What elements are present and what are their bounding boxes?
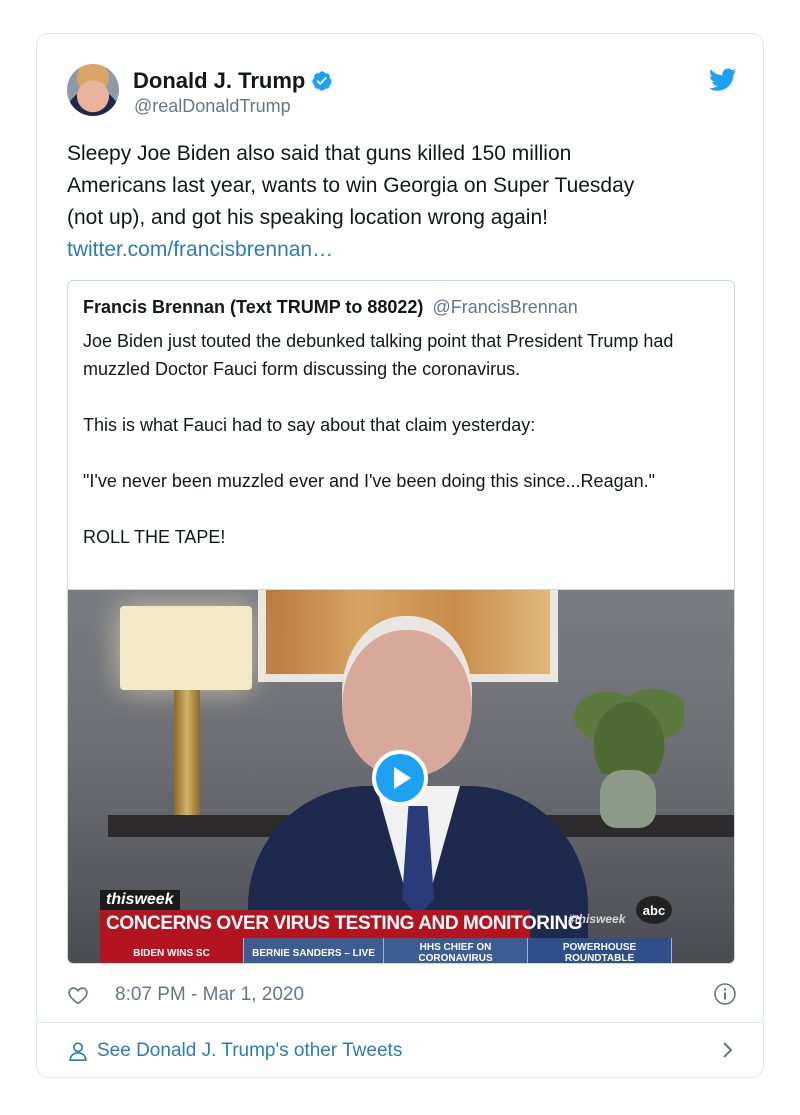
quoted-paragraph: This is what Fauci had to say about that…: [83, 415, 536, 435]
twitter-bird-icon[interactable]: [709, 68, 737, 92]
vase: [600, 770, 656, 828]
tweet-card: Donald J. Trump @realDonaldTrump Sleepy …: [36, 33, 764, 1078]
quoted-paragraph: ROLL THE TAPE!: [83, 527, 226, 547]
ticker-item: BIDEN WINS SC: [100, 938, 244, 963]
lamp-base: [174, 690, 200, 820]
info-icon[interactable]: [713, 982, 737, 1006]
quoted-tweet-header: Francis Brennan (Text TRUMP to 88022) @F…: [83, 297, 578, 318]
author-name-row[interactable]: Donald J. Trump: [133, 68, 333, 94]
play-icon: [394, 767, 411, 789]
author-handle[interactable]: @realDonaldTrump: [134, 96, 291, 117]
quoted-author-name: Francis Brennan (Text TRUMP to 88022): [83, 297, 424, 317]
tweet-text-line: Sleepy Joe Biden also said that guns kil…: [67, 142, 572, 165]
chevron-right-icon: [723, 1042, 733, 1058]
quoted-tweet-body: Joe Biden just touted the debunked talki…: [83, 327, 723, 579]
network-logo: abc: [636, 896, 672, 924]
tweet-timestamp[interactable]: 8:07 PM - Mar 1, 2020: [115, 984, 304, 1006]
verified-badge-icon: [312, 71, 332, 91]
quoted-tweet[interactable]: Francis Brennan (Text TRUMP to 88022) @F…: [67, 280, 735, 964]
ticker-item: HHS CHIEF ON CORONAVIRUS: [384, 938, 528, 963]
tweet-text-line: (not up), and got his speaking location …: [67, 206, 548, 229]
tweet-link[interactable]: twitter.com/francisbrennan…: [67, 234, 727, 266]
see-other-tweets-label[interactable]: See Donald J. Trump's other Tweets: [97, 1040, 402, 1062]
lamp-shade: [120, 606, 252, 690]
tweet-text: Sleepy Joe Biden also said that guns kil…: [67, 138, 727, 266]
show-hashtag: #thisweek: [568, 912, 626, 926]
author-avatar[interactable]: [67, 64, 119, 116]
tweet-footer: 8:07 PM - Mar 1, 2020: [67, 980, 737, 1010]
see-other-tweets-link[interactable]: See Donald J. Trump's other Tweets: [67, 1034, 735, 1068]
heart-icon[interactable]: [67, 984, 89, 1006]
author-name[interactable]: Donald J. Trump: [133, 68, 305, 94]
quoted-author-handle: @FrancisBrennan: [432, 297, 578, 317]
quoted-paragraph: Joe Biden just touted the debunked talki…: [83, 331, 674, 379]
ticker-item: POWERHOUSE ROUNDTABLE: [528, 938, 672, 963]
tweet-text-line: Americans last year, wants to win Georgi…: [67, 174, 635, 197]
tweet-header: Donald J. Trump @realDonaldTrump: [67, 64, 737, 120]
news-ticker: BIDEN WINS SC BERNIE SANDERS – LIVE HHS …: [100, 938, 676, 963]
news-headline: CONCERNS OVER VIRUS TESTING AND MONITORI…: [100, 910, 583, 938]
footer-divider: [37, 1022, 763, 1023]
play-button[interactable]: [372, 750, 428, 806]
news-lower-third: thisweek CONCERNS OVER VIRUS TESTING AND…: [100, 890, 676, 963]
plant: [574, 678, 684, 774]
ticker-item: BERNIE SANDERS – LIVE: [244, 938, 384, 963]
quoted-paragraph: "I've never been muzzled ever and I've b…: [83, 471, 656, 491]
video-thumbnail[interactable]: thisweek CONCERNS OVER VIRUS TESTING AND…: [68, 589, 734, 963]
show-brand: thisweek: [100, 890, 180, 910]
person-icon: [69, 1042, 87, 1061]
